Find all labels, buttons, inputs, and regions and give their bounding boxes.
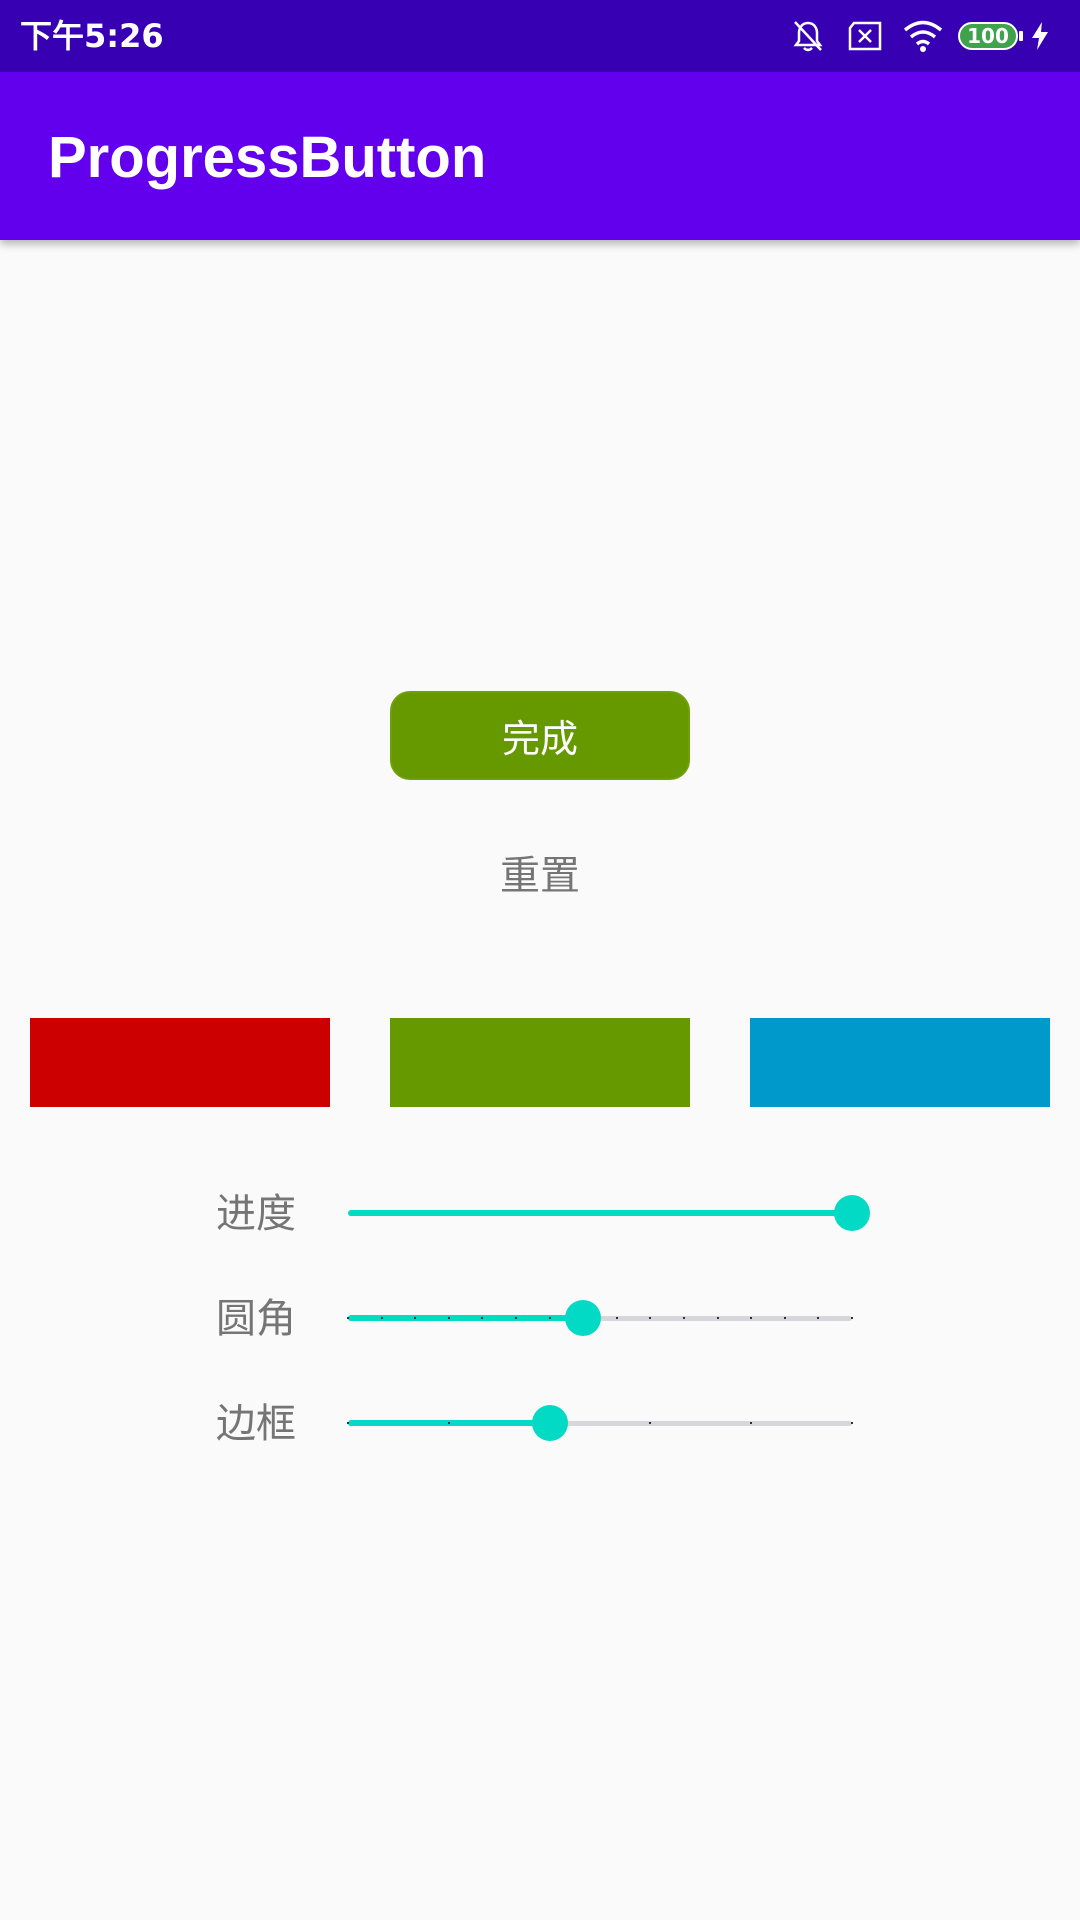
slider-tick: [716, 1317, 719, 1319]
charging-icon: [1032, 22, 1048, 50]
slider-thumb[interactable]: [564, 1300, 601, 1336]
wifi-icon: [903, 20, 943, 52]
slider-tick: [649, 1317, 652, 1319]
app-title: ProgressButton: [48, 125, 487, 190]
sim-x-icon: [848, 21, 882, 51]
slider-tick: [750, 1317, 753, 1319]
color-swatch-red[interactable]: [30, 1018, 330, 1107]
border-slider[interactable]: [347, 1403, 853, 1443]
slider-tick: [783, 1317, 786, 1319]
reset-button[interactable]: 重置: [440, 840, 640, 904]
slider-tick: [548, 1317, 551, 1319]
slider-tick: [750, 1422, 753, 1424]
bell-off-icon: [793, 21, 823, 52]
app-bar: ProgressButton: [0, 72, 1080, 240]
color-swatch-blue[interactable]: [750, 1018, 1050, 1107]
slider-tick: [447, 1317, 450, 1319]
progress-slider[interactable]: [348, 1193, 870, 1233]
slider-tick: [347, 1422, 349, 1424]
slider-tick: [481, 1317, 484, 1319]
progress-label: 进度: [216, 1191, 296, 1237]
corner-radius-label: 圆角: [216, 1296, 296, 1342]
status-icons: 100: [780, 0, 1080, 72]
slider-tick: [447, 1422, 450, 1424]
slider-tick: [515, 1317, 517, 1319]
slider-tick: [817, 1317, 820, 1319]
slider-tick: [380, 1317, 383, 1319]
slider-tick: [649, 1422, 652, 1424]
slider-thumb[interactable]: [834, 1195, 870, 1231]
progress-button[interactable]: 完成: [390, 691, 690, 780]
status-time: 下午5:26: [20, 17, 164, 55]
battery-icon: 100: [958, 22, 1018, 50]
slider-tick: [851, 1422, 853, 1424]
slider-tick: [683, 1317, 685, 1319]
slider-fill: [348, 1210, 852, 1216]
slider-tick: [851, 1317, 853, 1319]
slider-tick: [414, 1317, 417, 1319]
status-bar: 下午5:26 100: [0, 0, 1080, 72]
slider-tick: [615, 1317, 618, 1319]
slider-thumb[interactable]: [531, 1405, 568, 1441]
slider-tick: [347, 1317, 349, 1319]
border-label: 边框: [216, 1401, 296, 1447]
battery-tip: [1019, 31, 1023, 41]
battery-level: 100: [967, 24, 1009, 48]
color-swatch-green[interactable]: [390, 1018, 690, 1107]
corner-radius-slider[interactable]: [347, 1298, 853, 1338]
